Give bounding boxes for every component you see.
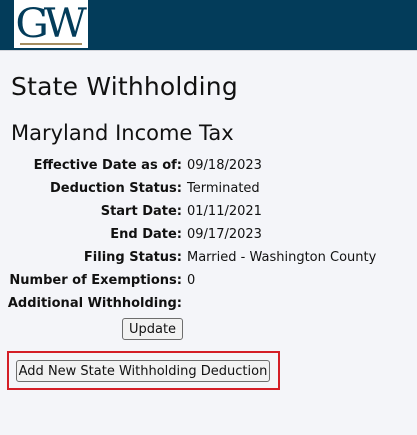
detail-row-filing-status: Filing Status: Married - Washington Coun… (0, 248, 417, 268)
detail-row-effective-date: Effective Date as of: 09/18/2023 (0, 156, 417, 176)
add-new-state-withholding-button[interactable]: Add New State Withholding Deduction (16, 360, 270, 382)
section-title: Maryland Income Tax (11, 121, 234, 145)
detail-value: Terminated (187, 181, 260, 196)
update-button[interactable]: Update (122, 318, 183, 340)
detail-label: Deduction Status: (49, 181, 182, 196)
top-header-bar: GW (0, 0, 417, 50)
logo-underline (20, 43, 82, 45)
detail-label: Start Date: (100, 204, 182, 219)
detail-row-start-date: Start Date: 01/11/2021 (0, 202, 417, 222)
detail-label: Number of Exemptions: (9, 273, 182, 288)
detail-label: Filing Status: (83, 250, 182, 265)
detail-row-deduction-status: Deduction Status: Terminated (0, 179, 417, 199)
detail-label: Effective Date as of: (33, 158, 182, 173)
detail-value: 01/11/2021 (187, 204, 262, 219)
detail-row-additional-withholding: Additional Withholding: (0, 294, 417, 314)
detail-row-exemptions: Number of Exemptions: 0 (0, 271, 417, 291)
detail-label: End Date: (110, 227, 182, 242)
page-title: State Withholding (11, 72, 238, 101)
detail-value: 09/17/2023 (187, 227, 262, 242)
header-divider (0, 50, 417, 51)
detail-value: 0 (187, 273, 196, 288)
detail-label: Additional Withholding: (7, 296, 182, 311)
detail-value: 09/18/2023 (187, 158, 262, 173)
detail-row-end-date: End Date: 09/17/2023 (0, 225, 417, 245)
detail-value: Married - Washington County (187, 250, 377, 265)
logo-text: GW (15, 1, 87, 47)
gw-logo[interactable]: GW (14, 0, 88, 48)
